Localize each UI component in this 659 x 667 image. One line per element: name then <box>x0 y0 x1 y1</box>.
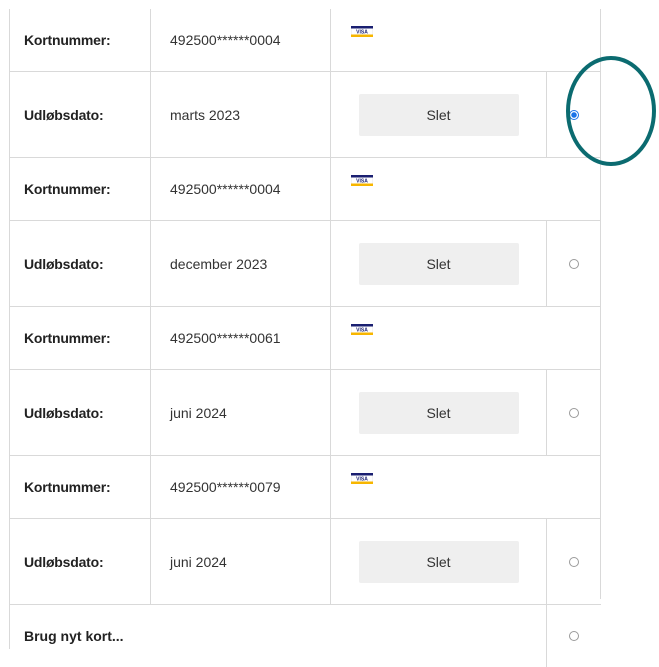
new-card-label: Brug nyt kort... <box>9 605 547 667</box>
saved-cards-table: Kortnummer: 492500******0004 VISA Udløbs… <box>9 9 601 667</box>
card-number-row: Kortnummer: 492500******0061 VISA <box>9 307 601 370</box>
card-number-row: Kortnummer: 492500******0079 VISA <box>9 456 601 519</box>
card-number-label: Kortnummer: <box>9 9 151 71</box>
delete-card-button[interactable]: Slet <box>358 540 519 583</box>
card-brand: VISA <box>331 158 601 220</box>
new-card-radio[interactable] <box>569 631 579 641</box>
expiry-value: marts 2023 <box>151 72 331 157</box>
delete-card-button[interactable]: Slet <box>358 391 519 434</box>
svg-text:VISA: VISA <box>356 328 368 334</box>
delete-card-button[interactable]: Slet <box>358 242 519 285</box>
card-number-row: Kortnummer: 492500******0004 VISA <box>9 158 601 221</box>
card-number-label: Kortnummer: <box>9 456 151 518</box>
expiry-value: december 2023 <box>151 221 331 306</box>
delete-cell: Slet <box>331 370 547 455</box>
card-select-radio[interactable] <box>569 258 579 269</box>
expiry-row: Udløbsdato: juni 2024 Slet <box>9 370 601 456</box>
visa-icon: VISA <box>351 175 373 186</box>
expiry-row: Udløbsdato: juni 2024 Slet <box>9 519 601 605</box>
svg-text:VISA: VISA <box>356 30 368 36</box>
card-number-value: 492500******0079 <box>151 456 331 518</box>
svg-text:VISA: VISA <box>356 179 368 185</box>
delete-cell: Slet <box>331 519 547 604</box>
expiry-label: Udløbsdato: <box>9 370 151 455</box>
select-cell <box>547 370 601 455</box>
highlight-circle-annotation <box>566 56 656 166</box>
expiry-value: juni 2024 <box>151 370 331 455</box>
expiry-label: Udløbsdato: <box>9 221 151 306</box>
delete-card-button[interactable]: Slet <box>358 93 519 136</box>
svg-text:VISA: VISA <box>356 477 368 483</box>
select-cell <box>547 605 601 667</box>
expiry-label: Udløbsdato: <box>9 519 151 604</box>
card-brand: VISA <box>331 9 601 71</box>
card-select-radio[interactable] <box>569 407 579 418</box>
card-number-value: 492500******0004 <box>151 9 331 71</box>
visa-icon: VISA <box>351 473 373 484</box>
card-number-label: Kortnummer: <box>9 307 151 369</box>
expiry-value: juni 2024 <box>151 519 331 604</box>
visa-icon: VISA <box>351 324 373 335</box>
card-number-label: Kortnummer: <box>9 158 151 220</box>
delete-cell: Slet <box>331 221 547 306</box>
card-brand: VISA <box>331 307 601 369</box>
card-number-row: Kortnummer: 492500******0004 VISA <box>9 9 601 72</box>
new-card-row[interactable]: Brug nyt kort... <box>9 605 601 667</box>
delete-cell: Slet <box>331 72 547 157</box>
card-number-value: 492500******0061 <box>151 307 331 369</box>
expiry-row: Udløbsdato: december 2023 Slet <box>9 221 601 307</box>
expiry-label: Udløbsdato: <box>9 72 151 157</box>
card-number-value: 492500******0004 <box>151 158 331 220</box>
card-select-radio[interactable] <box>569 556 579 567</box>
select-cell <box>547 519 601 604</box>
select-cell <box>547 221 601 306</box>
visa-icon: VISA <box>351 26 373 37</box>
card-brand: VISA <box>331 456 601 518</box>
expiry-row: Udløbsdato: marts 2023 Slet <box>9 72 601 158</box>
